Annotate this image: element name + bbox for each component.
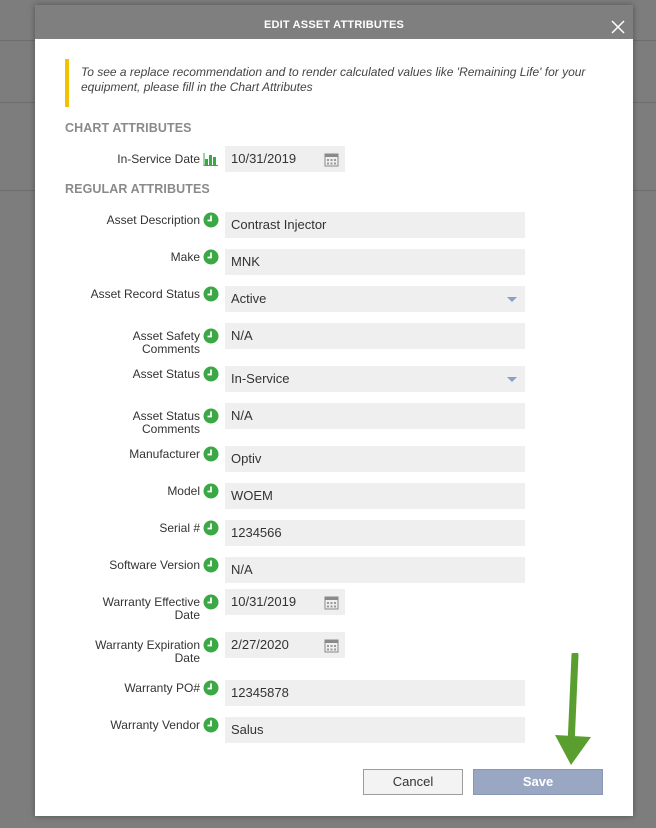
in-service-date-label: In-Service Date [117,152,200,166]
asset-status-label: Asset Status [132,367,200,381]
software-version-input[interactable]: N/A [225,557,525,583]
clock-check-icon [203,408,219,424]
label-line-2: Comments [141,342,200,356]
clock-check-icon [203,286,219,302]
asset-record-status-label: Asset Record Status [90,287,200,301]
clock-check-icon [203,212,219,228]
label-line-2: Comments [141,422,200,436]
manufacturer-input[interactable]: Optiv [225,446,525,472]
chevron-down-icon[interactable] [507,377,517,382]
modal-header: EDIT ASSET ATTRIBUTES [35,5,633,39]
software-version-label: Software Version [109,558,200,572]
make-label: Make [170,250,200,264]
warranty-vendor-input[interactable]: Salus [225,717,525,743]
clock-check-icon [203,328,219,344]
clock-check-icon [203,483,219,499]
arrow-down-icon [555,653,591,765]
model-input[interactable]: WOEM [225,483,525,509]
model-label: Model [167,484,200,498]
serial-label: Serial # [159,521,200,535]
asset-safety-comments-input[interactable]: N/A [225,323,525,349]
clock-check-icon [203,446,219,462]
clock-check-icon [203,557,219,573]
asset-status-select[interactable]: In-Service [225,366,525,392]
asset-description-input[interactable]: Contrast Injector [225,212,525,238]
warranty-expiration-date-label: Warranty Expiration Date [50,639,200,665]
chart-attributes-heading: CHART ATTRIBUTES [65,121,192,135]
chevron-down-icon[interactable] [507,297,517,302]
clock-check-icon [203,366,219,382]
cancel-button[interactable]: Cancel [363,769,463,795]
bar-chart-icon [203,153,218,166]
notice-text: To see a replace recommendation and to r… [81,65,586,94]
warranty-po-input[interactable]: 12345878 [225,680,525,706]
warranty-vendor-label: Warranty Vendor [110,718,200,732]
info-notice: To see a replace recommendation and to r… [65,59,609,107]
clock-check-icon [203,680,219,696]
clock-check-icon [203,637,219,653]
clock-check-icon [203,520,219,536]
warranty-expiration-date-field[interactable]: 2/27/2020 [225,632,345,658]
asset-safety-comments-label: Asset Safety Comments [50,330,200,356]
warranty-po-label: Warranty PO# [124,681,200,695]
in-service-date-field[interactable]: 10/31/2019 [225,146,345,172]
asset-description-label: Asset Description [106,213,200,227]
clock-check-icon [203,594,219,610]
label-line-2: Date [174,608,200,622]
clock-check-icon [203,249,219,265]
calendar-icon[interactable] [324,152,339,167]
make-input[interactable]: MNK [225,249,525,275]
modal-title: EDIT ASSET ATTRIBUTES [263,19,405,31]
asset-record-status-select[interactable]: Active [225,286,525,312]
label-line-2: Date [174,651,200,665]
warranty-effective-date-label: Warranty Effective Date [50,596,200,622]
close-icon[interactable] [609,18,629,38]
calendar-icon[interactable] [324,638,339,653]
clock-check-icon [203,717,219,733]
regular-attributes-heading: REGULAR ATTRIBUTES [65,182,210,196]
calendar-icon[interactable] [324,595,339,610]
edit-asset-attributes-modal: EDIT ASSET ATTRIBUTES To see a replace r… [35,5,633,816]
asset-status-comments-input[interactable]: N/A [225,403,525,429]
manufacturer-label: Manufacturer [129,447,200,461]
warranty-effective-date-field[interactable]: 10/31/2019 [225,589,345,615]
asset-status-comments-label: Asset Status Comments [50,410,200,436]
serial-input[interactable]: 1234566 [225,520,525,546]
